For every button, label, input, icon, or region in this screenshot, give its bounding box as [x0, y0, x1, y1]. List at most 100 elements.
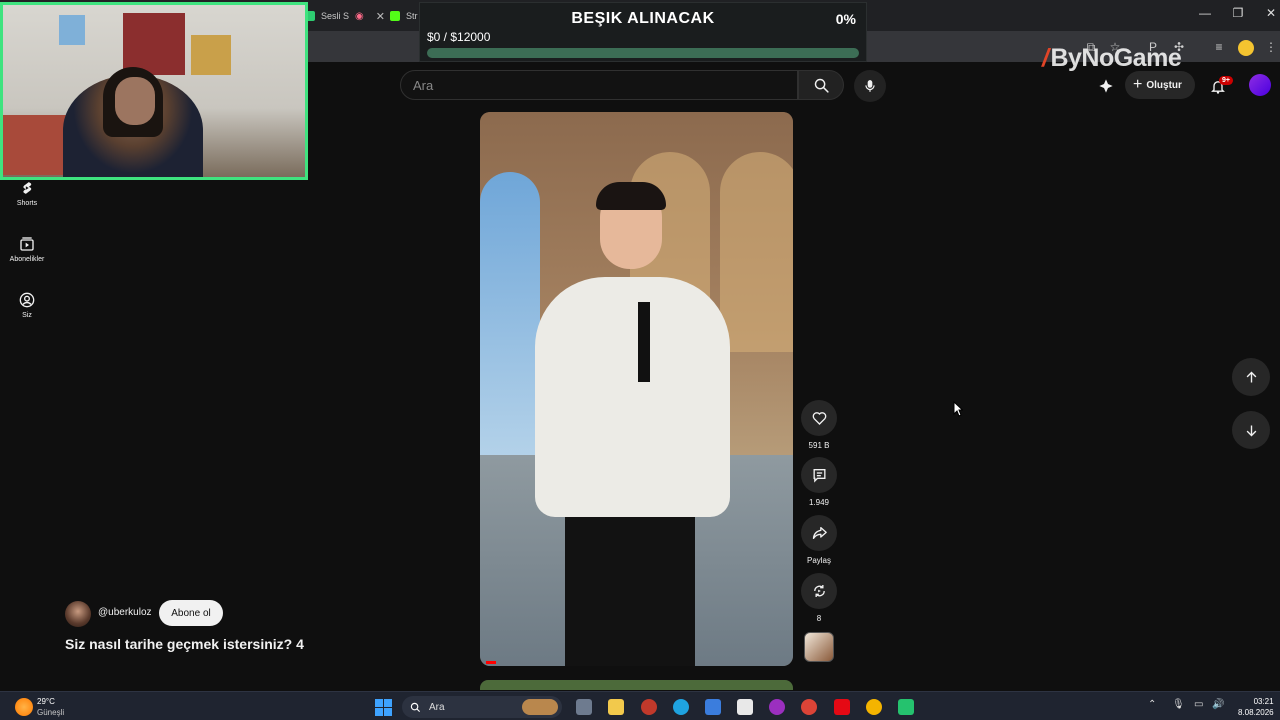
previous-short-button[interactable]	[1232, 358, 1270, 396]
sidebar-item-label: Abonelikler	[9, 256, 45, 263]
tab-label: Str	[406, 11, 418, 21]
goal-percent: 0%	[835, 11, 856, 27]
remix-count: 8	[816, 614, 822, 623]
taskbar-search-label: Ara	[429, 701, 445, 713]
sidebar-item-label: Shorts	[16, 200, 38, 207]
clock-time: 03:21	[1253, 697, 1274, 706]
comment-count: 1.949	[808, 498, 830, 507]
subscribe-button[interactable]: Abone ol	[159, 600, 223, 626]
channel-avatar[interactable]	[65, 601, 91, 627]
browser-menu-icon[interactable]: ⋮	[1264, 40, 1278, 54]
search-icon	[814, 78, 829, 93]
share-button[interactable]: Paylaş	[801, 515, 837, 565]
close-tab-icon[interactable]: ✕	[376, 10, 385, 23]
bynogame-logo: /ByNoGame	[1042, 44, 1182, 72]
taskbar-clock[interactable]: 03:21 8.08.2026	[1238, 696, 1274, 718]
video-person-tie	[638, 302, 650, 382]
like-button[interactable]: 591 B	[801, 400, 837, 450]
microphone-tray-icon[interactable]: 🎙	[1172, 699, 1185, 710]
goal-amount: $0 / $12000	[427, 30, 491, 44]
video-progress-bar[interactable]	[486, 661, 496, 664]
media-controls-icon[interactable]: ≡	[1212, 40, 1226, 54]
webcam-overlay	[0, 2, 308, 180]
create-label: Oluştur	[1146, 79, 1182, 91]
remix-icon	[813, 585, 825, 597]
minimize-icon[interactable]: —	[1190, 6, 1220, 20]
video-sky	[480, 172, 540, 472]
like-count: 591 B	[808, 441, 830, 450]
heart-icon	[812, 412, 826, 425]
sidebar-item-subscriptions[interactable]: Abonelikler	[0, 236, 54, 263]
tab-label: Sesli S	[321, 11, 350, 21]
you-icon	[19, 292, 35, 308]
goal-progress-bar	[427, 48, 859, 58]
chrome-active-icon[interactable]	[866, 699, 882, 715]
wall-poster	[191, 35, 231, 75]
edge-icon[interactable]	[673, 699, 689, 715]
search-highlight-icon	[522, 699, 558, 715]
shorts-icon	[23, 182, 32, 194]
chrome-icon[interactable]	[801, 699, 817, 715]
weather-temperature[interactable]: 29°C	[37, 697, 55, 706]
browser-tab[interactable]: Sesli S ◉ ✕	[305, 4, 385, 28]
streaming-app-icon[interactable]	[898, 699, 914, 715]
notification-count-badge: 9+	[1219, 76, 1233, 85]
shorts-create-icon[interactable]	[1096, 76, 1116, 96]
sidebar-item-you[interactable]: Siz	[0, 292, 54, 319]
goal-title: BEŞIK ALINACAK	[571, 10, 715, 27]
security-app-icon[interactable]	[641, 699, 657, 715]
video-arch	[720, 152, 793, 352]
search-icon	[410, 702, 421, 712]
clock-date: 8.08.2026	[1238, 708, 1274, 717]
file-explorer-icon[interactable]	[608, 699, 624, 715]
search-button[interactable]	[798, 70, 844, 100]
microphone-icon	[865, 80, 875, 92]
kick-favicon-icon	[390, 11, 400, 21]
store-icon[interactable]	[737, 699, 753, 715]
weather-description[interactable]: Güneşli	[37, 708, 64, 717]
display-tray-icon[interactable]: ▭	[1194, 699, 1203, 710]
windows-start-icon[interactable]	[375, 699, 392, 716]
recording-icon: ◉	[355, 10, 364, 22]
voice-search-button[interactable]	[854, 70, 886, 102]
next-short-button[interactable]	[1232, 411, 1270, 449]
short-title[interactable]: Siz nasıl tarihe geçmek istersiniz? 4	[65, 636, 304, 652]
account-avatar[interactable]	[1249, 74, 1271, 96]
task-view-icon[interactable]	[576, 699, 592, 715]
arrow-up-icon	[1246, 371, 1256, 382]
comment-icon	[813, 469, 825, 483]
next-short-preview[interactable]	[480, 680, 793, 690]
channel-name[interactable]: @uberkuloz	[98, 607, 152, 618]
tray-chevron-icon[interactable]: ⌃	[1148, 699, 1156, 710]
volume-icon[interactable]: 🔊	[1212, 699, 1224, 710]
comments-button[interactable]: 1.949	[801, 457, 837, 507]
weather-sun-icon	[15, 698, 33, 716]
taskbar-search[interactable]: Ara	[402, 696, 562, 718]
streamer-face	[115, 77, 155, 125]
logo-text: ByNoGame	[1050, 44, 1182, 72]
video-person-jacket	[535, 277, 730, 517]
video-person-hair	[596, 182, 666, 210]
sidebar-item-shorts[interactable]: Shorts	[0, 180, 54, 207]
share-label: Paylaş	[806, 556, 831, 565]
wall-poster	[123, 13, 185, 75]
mail-icon[interactable]	[705, 699, 721, 715]
create-button[interactable]: + Oluştur	[1125, 71, 1195, 99]
browser-tab[interactable]: Str	[390, 4, 418, 28]
windows-taskbar: 29°C Güneşli Ara ⌃ 🎙 ▭ 🔊 03:21 8.08.2026	[0, 691, 1280, 720]
sound-thumbnail[interactable]	[804, 632, 834, 662]
sidebar-item-label: Siz	[22, 312, 32, 319]
mouse-cursor-icon	[953, 401, 963, 417]
opera-gx-icon[interactable]	[769, 699, 785, 715]
search-input[interactable]: Ara	[400, 70, 798, 100]
short-video-player[interactable]	[480, 112, 793, 666]
profile-avatar-icon[interactable]	[1238, 40, 1254, 56]
arrow-down-icon	[1246, 425, 1256, 436]
donation-goal-widget: BEŞIK ALINACAK 0% $0 / $12000	[419, 2, 867, 62]
restore-icon[interactable]: ❐	[1223, 6, 1253, 20]
wall-poster	[59, 15, 85, 45]
netflix-icon[interactable]	[834, 699, 850, 715]
remix-button[interactable]: 8	[801, 573, 837, 623]
close-window-icon[interactable]: ✕	[1256, 6, 1280, 20]
video-person-legs	[565, 512, 695, 666]
